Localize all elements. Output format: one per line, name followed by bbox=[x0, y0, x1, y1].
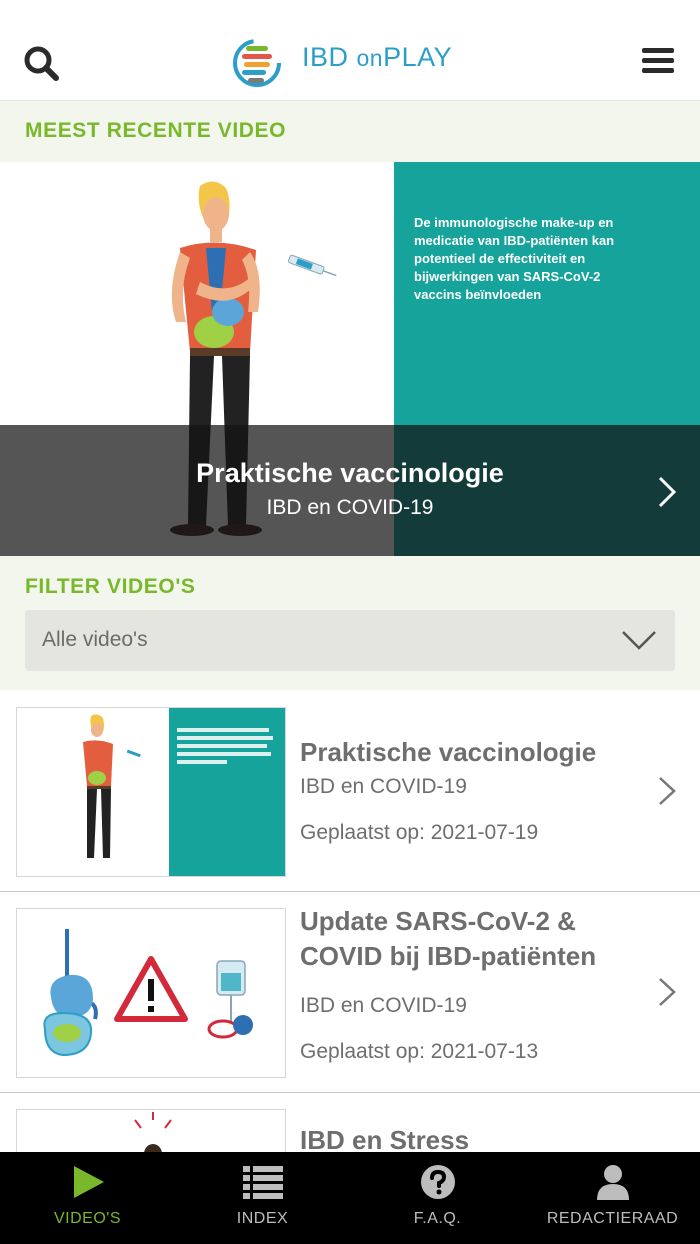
recent-video-card[interactable]: De immunologische make-up en medicatie v… bbox=[0, 162, 700, 556]
chevron-right-icon bbox=[659, 777, 676, 805]
filter-selected-value: Alle video's bbox=[42, 628, 148, 651]
tab-videos[interactable]: VIDEO'S bbox=[0, 1152, 175, 1244]
list-item[interactable]: IBD en Stress bbox=[0, 1093, 700, 1152]
app-logo[interactable]: IBD onPLAY bbox=[232, 36, 472, 90]
hero-category: IBD en COVID-19 bbox=[266, 496, 434, 519]
logo-text-on: on bbox=[356, 45, 384, 71]
tab-index[interactable]: INDEX bbox=[175, 1152, 350, 1244]
search-icon[interactable] bbox=[22, 44, 62, 84]
filter-heading: FILTER VIDEO'S bbox=[25, 575, 196, 598]
video-list: Praktische vaccinologie IBD en COVID-19 … bbox=[0, 691, 700, 1152]
logo-wordmark: IBD onPLAY bbox=[302, 42, 452, 73]
video-date: Geplaatst op: 2021-07-19 bbox=[300, 821, 539, 844]
logo-mark-icon bbox=[233, 39, 281, 87]
video-thumbnail bbox=[16, 1109, 286, 1152]
chevron-right-icon bbox=[659, 978, 676, 1006]
video-date: Geplaatst op: 2021-07-13 bbox=[300, 1040, 539, 1063]
video-title: Praktische vaccinologie bbox=[300, 737, 597, 767]
bottom-tab-bar: VIDEO'S INDEX F.A.Q. REDACTIERAAD bbox=[0, 1152, 700, 1244]
tab-faq-label: F.A.Q. bbox=[413, 1210, 462, 1227]
video-title: Update SARS-CoV-2 & COVID bij IBD-patiën… bbox=[300, 906, 597, 971]
video-filter-select[interactable]: Alle video's bbox=[25, 610, 675, 671]
list-icon bbox=[243, 1166, 283, 1199]
hero-title: Praktische vaccinologie bbox=[196, 458, 504, 488]
video-category: IBD en COVID-19 bbox=[300, 775, 467, 798]
list-item[interactable]: Update SARS-CoV-2 & COVID bij IBD-patiën… bbox=[0, 892, 700, 1094]
hero-quote: De immunologische make-up en medicatie v… bbox=[414, 215, 615, 302]
chevron-down-icon bbox=[622, 631, 656, 650]
list-item[interactable]: Praktische vaccinologie IBD en COVID-19 … bbox=[0, 691, 700, 893]
video-title: IBD en Stress bbox=[300, 1125, 470, 1152]
tab-videos-label: VIDEO'S bbox=[53, 1210, 121, 1227]
hamburger-menu-icon[interactable] bbox=[640, 46, 676, 76]
recent-heading: MEEST RECENTE VIDEO bbox=[25, 119, 287, 142]
video-category: IBD en COVID-19 bbox=[300, 994, 467, 1017]
hero-overlay bbox=[0, 425, 700, 556]
tab-redactieraad-label: REDACTIERAAD bbox=[546, 1210, 679, 1227]
filter-section: FILTER VIDEO'S Alle video's bbox=[0, 556, 700, 690]
video-thumbnail bbox=[16, 908, 286, 1078]
video-thumbnail bbox=[16, 707, 286, 877]
question-icon bbox=[421, 1165, 455, 1199]
covid-thumbnail-art bbox=[43, 929, 253, 1057]
logo-text-ibd: IBD bbox=[302, 42, 357, 72]
tab-redactieraad[interactable]: REDACTIERAAD bbox=[525, 1152, 700, 1244]
logo-text-play: PLAY bbox=[383, 42, 453, 72]
stress-thumbnail-art bbox=[134, 1112, 172, 1152]
play-icon bbox=[74, 1166, 104, 1198]
top-bar: IBD onPLAY bbox=[0, 0, 700, 101]
chevron-right-icon[interactable] bbox=[654, 474, 680, 510]
recent-section-header: MEEST RECENTE VIDEO bbox=[0, 101, 700, 162]
tab-faq[interactable]: F.A.Q. bbox=[350, 1152, 525, 1244]
tab-index-label: INDEX bbox=[236, 1210, 289, 1227]
person-icon bbox=[597, 1165, 629, 1200]
vaccine-thumbnail-art bbox=[17, 708, 285, 876]
